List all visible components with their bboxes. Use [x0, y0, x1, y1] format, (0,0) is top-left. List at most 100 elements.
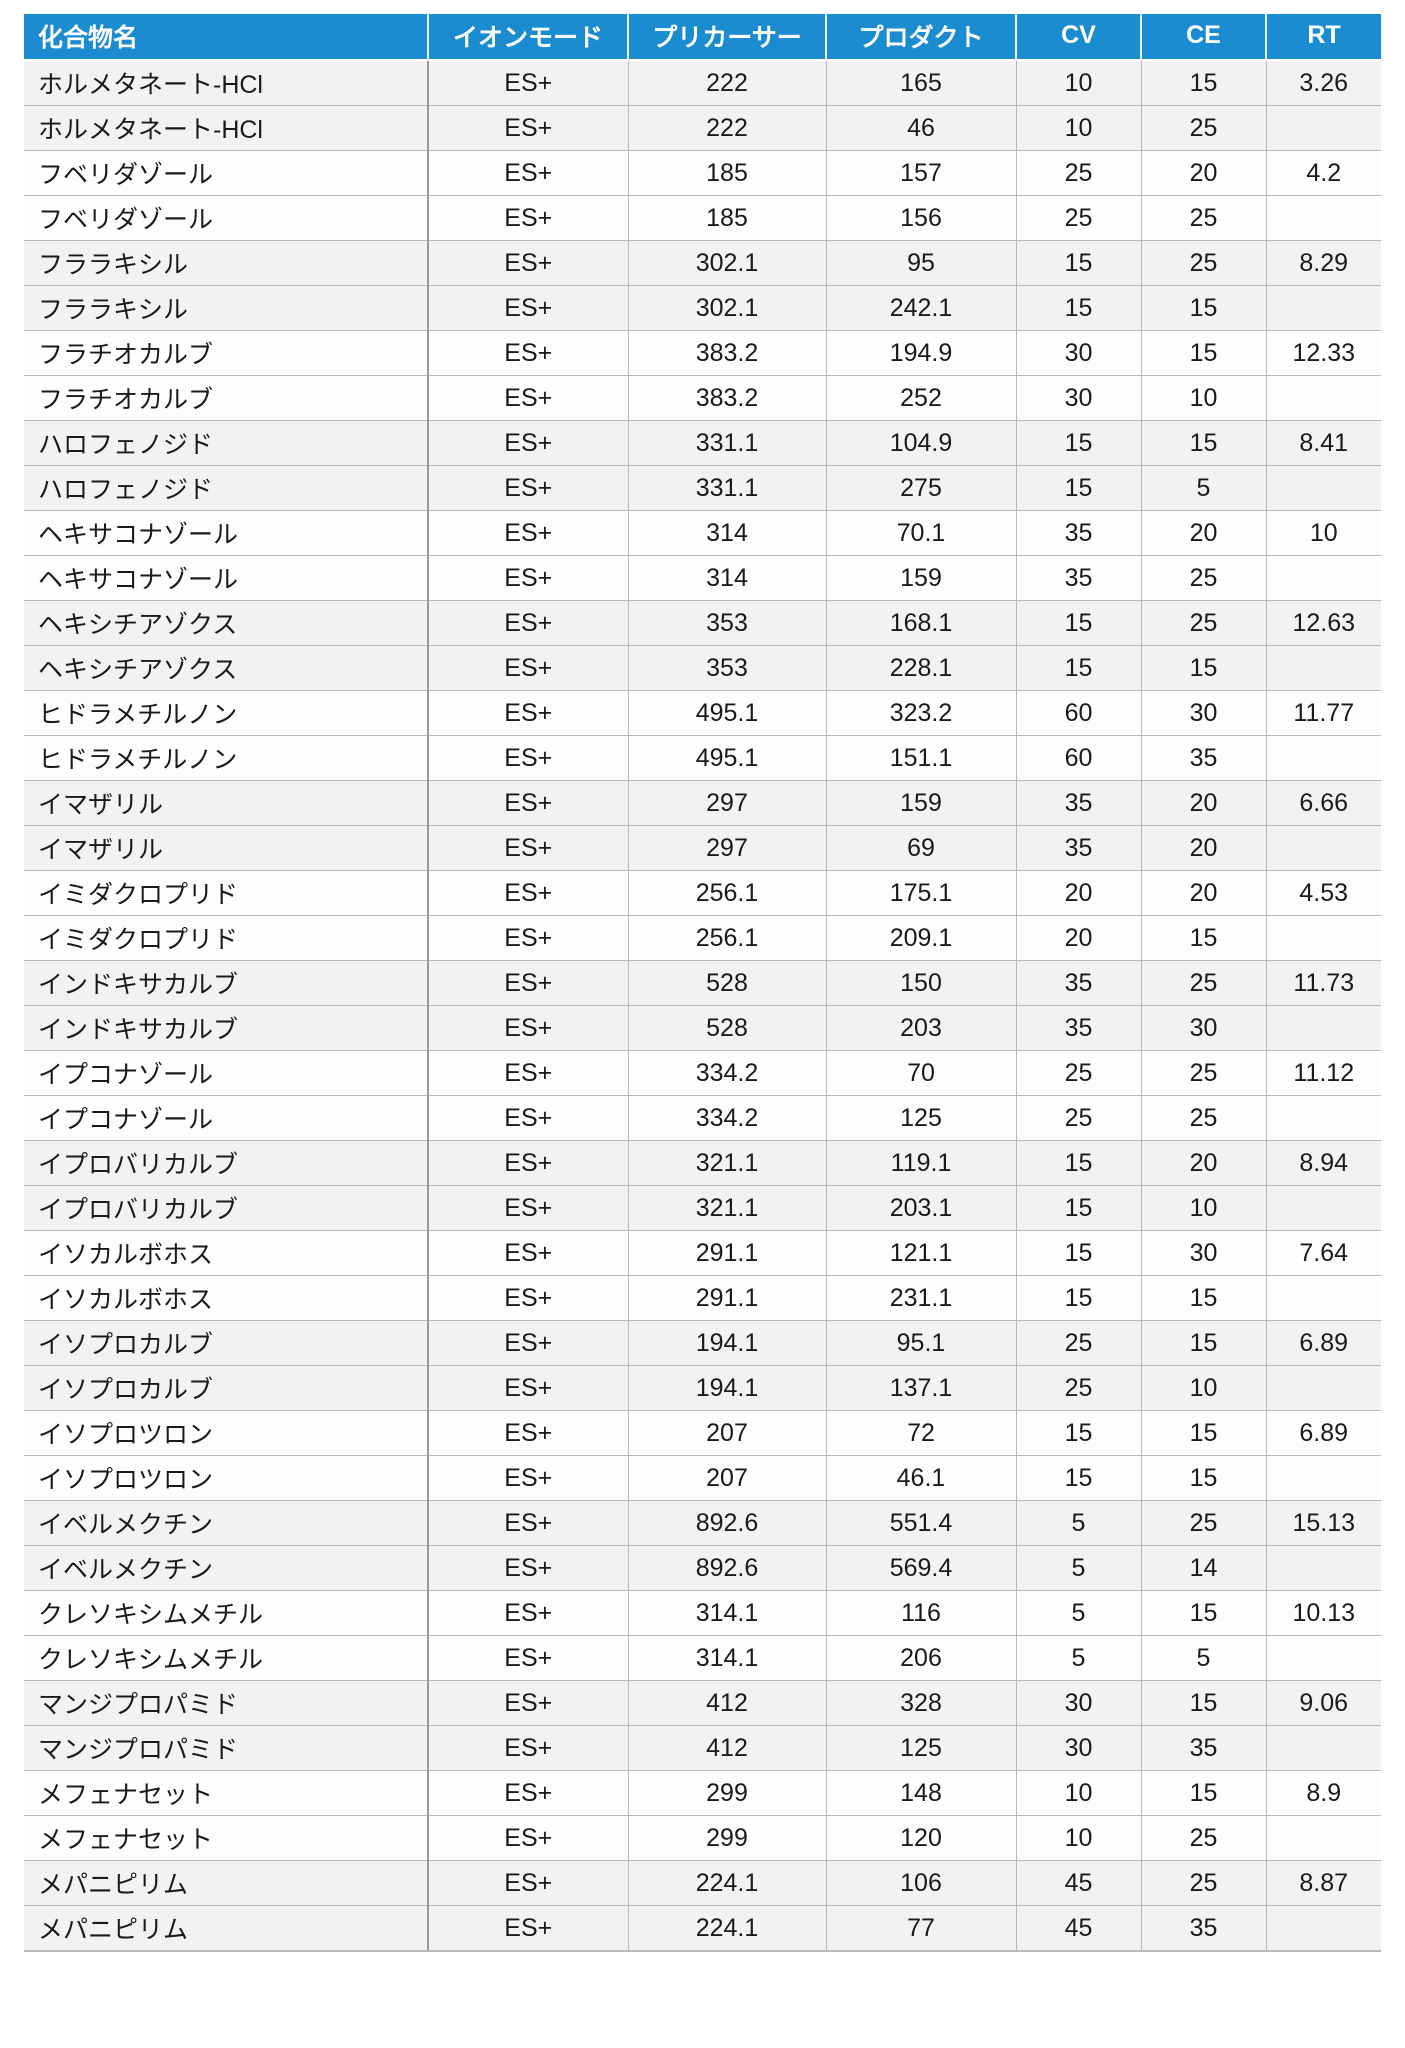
cell-name: イプコナゾール — [24, 1095, 429, 1141]
cell-ce: 15 — [1141, 60, 1267, 106]
cell-mode: ES+ — [428, 600, 629, 646]
cell-ce: 5 — [1141, 1635, 1267, 1681]
cell-rt — [1266, 645, 1381, 691]
table-row: イソプロカルブ ES+ 194.1 95.1 25 15 6.89 — [24, 1320, 1381, 1366]
cell-mode: ES+ — [428, 420, 629, 466]
cell-cv: 20 — [1016, 870, 1142, 916]
cell-ce: 15 — [1141, 1680, 1267, 1726]
cell-precursor: 314.1 — [628, 1590, 827, 1636]
cell-ce: 15 — [1141, 285, 1267, 331]
cell-ce: 35 — [1141, 1725, 1267, 1771]
cell-precursor: 528 — [628, 1005, 827, 1051]
cell-rt: 8.29 — [1266, 240, 1381, 286]
cell-mode: ES+ — [428, 780, 629, 826]
table-row: メフェナセット ES+ 299 148 10 15 8.9 — [24, 1770, 1381, 1816]
cell-precursor: 528 — [628, 960, 827, 1006]
table-row: クレソキシムメチル ES+ 314.1 206 5 5 — [24, 1635, 1381, 1681]
cell-precursor: 412 — [628, 1680, 827, 1726]
cell-mode: ES+ — [428, 285, 629, 331]
column-header-product: プロダクト — [826, 14, 1017, 61]
cell-ce: 30 — [1141, 1230, 1267, 1276]
cell-product: 137.1 — [826, 1365, 1017, 1411]
cell-precursor: 383.2 — [628, 375, 827, 421]
cell-ce: 15 — [1141, 1320, 1267, 1366]
cell-name: イミダクロプリド — [24, 915, 429, 961]
table-row: フラチオカルブ ES+ 383.2 252 30 10 — [24, 375, 1381, 421]
cell-precursor: 207 — [628, 1455, 827, 1501]
cell-rt: 7.64 — [1266, 1230, 1381, 1276]
cell-precursor: 224.1 — [628, 1860, 827, 1906]
cell-cv: 45 — [1016, 1860, 1142, 1906]
cell-cv: 30 — [1016, 1725, 1142, 1771]
cell-precursor: 892.6 — [628, 1500, 827, 1546]
table-row: ホルメタネート-HCl ES+ 222 165 10 15 3.26 — [24, 60, 1381, 106]
cell-rt — [1266, 195, 1381, 241]
cell-mode: ES+ — [428, 915, 629, 961]
cell-product: 69 — [826, 825, 1017, 871]
cell-name: ヒドラメチルノン — [24, 735, 429, 781]
cell-cv: 10 — [1016, 1815, 1142, 1861]
cell-mode: ES+ — [428, 1230, 629, 1276]
cell-ce: 25 — [1141, 1860, 1267, 1906]
table-row: ヘキシチアゾクス ES+ 353 168.1 15 25 12.63 — [24, 600, 1381, 646]
table-row: イプコナゾール ES+ 334.2 70 25 25 11.12 — [24, 1050, 1381, 1096]
cell-rt: 10 — [1266, 510, 1381, 556]
cell-precursor: 321.1 — [628, 1185, 827, 1231]
cell-product: 194.9 — [826, 330, 1017, 376]
cell-rt — [1266, 1005, 1381, 1051]
cell-product: 275 — [826, 465, 1017, 511]
cell-mode: ES+ — [428, 1545, 629, 1591]
cell-precursor: 334.2 — [628, 1095, 827, 1141]
cell-mode: ES+ — [428, 645, 629, 691]
cell-cv: 25 — [1016, 1095, 1142, 1141]
cell-precursor: 297 — [628, 825, 827, 871]
cell-precursor: 331.1 — [628, 420, 827, 466]
cell-mode: ES+ — [428, 240, 629, 286]
cell-mode: ES+ — [428, 1860, 629, 1906]
cell-rt: 6.89 — [1266, 1320, 1381, 1366]
cell-mode: ES+ — [428, 1725, 629, 1771]
cell-cv: 15 — [1016, 1140, 1142, 1186]
cell-rt: 6.89 — [1266, 1410, 1381, 1456]
cell-rt — [1266, 1455, 1381, 1501]
cell-cv: 10 — [1016, 105, 1142, 151]
cell-rt: 15.13 — [1266, 1500, 1381, 1546]
cell-precursor: 314 — [628, 555, 827, 601]
cell-ce: 25 — [1141, 600, 1267, 646]
cell-name: インドキサカルブ — [24, 960, 429, 1006]
cell-ce: 20 — [1141, 780, 1267, 826]
cell-ce: 15 — [1141, 915, 1267, 961]
cell-rt — [1266, 1905, 1381, 1952]
cell-precursor: 892.6 — [628, 1545, 827, 1591]
cell-precursor: 314 — [628, 510, 827, 556]
cell-cv: 15 — [1016, 240, 1142, 286]
cell-product: 95 — [826, 240, 1017, 286]
cell-ce: 10 — [1141, 1365, 1267, 1411]
cell-cv: 20 — [1016, 915, 1142, 961]
cell-product: 120 — [826, 1815, 1017, 1861]
cell-ce: 15 — [1141, 1410, 1267, 1456]
cell-name: イソカルボホス — [24, 1230, 429, 1276]
cell-cv: 25 — [1016, 150, 1142, 196]
cell-rt: 12.33 — [1266, 330, 1381, 376]
column-header-compound-name: 化合物名 — [24, 14, 429, 61]
cell-product: 150 — [826, 960, 1017, 1006]
table-row: ホルメタネート-HCl ES+ 222 46 10 25 — [24, 105, 1381, 151]
cell-precursor: 331.1 — [628, 465, 827, 511]
cell-mode: ES+ — [428, 1005, 629, 1051]
cell-name: イプロバリカルブ — [24, 1185, 429, 1231]
table-row: イマザリル ES+ 297 69 35 20 — [24, 825, 1381, 871]
table-row: イソプロツロン ES+ 207 72 15 15 6.89 — [24, 1410, 1381, 1456]
cell-mode: ES+ — [428, 960, 629, 1006]
cell-cv: 15 — [1016, 420, 1142, 466]
cell-rt: 8.41 — [1266, 420, 1381, 466]
cell-rt: 8.94 — [1266, 1140, 1381, 1186]
table-row: クレソキシムメチル ES+ 314.1 116 5 15 10.13 — [24, 1590, 1381, 1636]
cell-name: フベリダゾール — [24, 150, 429, 196]
cell-ce: 20 — [1141, 1140, 1267, 1186]
cell-rt — [1266, 915, 1381, 961]
cell-ce: 15 — [1141, 330, 1267, 376]
cell-name: フラチオカルブ — [24, 375, 429, 421]
cell-product: 203.1 — [826, 1185, 1017, 1231]
cell-mode: ES+ — [428, 1275, 629, 1321]
